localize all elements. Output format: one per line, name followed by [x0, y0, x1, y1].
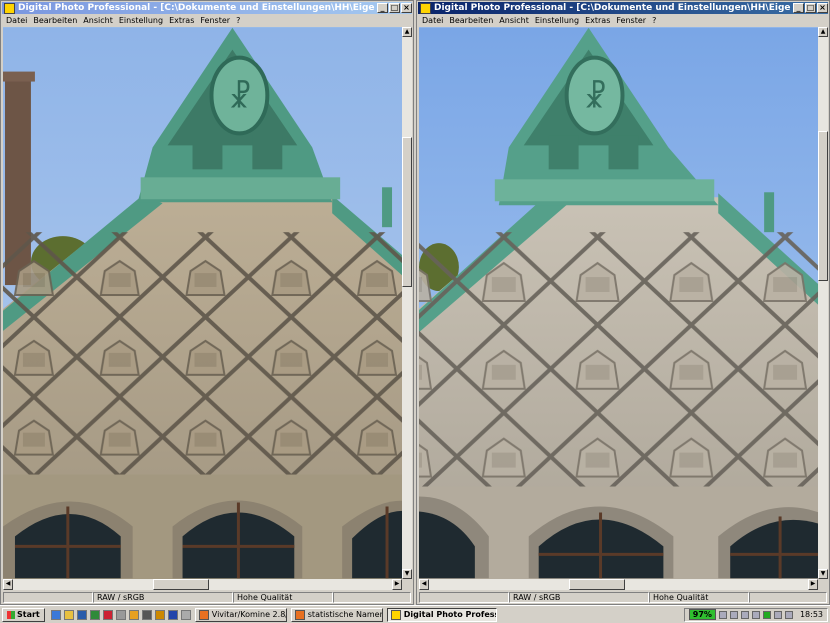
minimize-button[interactable]: _: [793, 3, 804, 13]
tray-icons[interactable]: [762, 610, 771, 619]
menu-fenster[interactable]: Fenster: [200, 16, 230, 25]
start-label: Start: [17, 610, 40, 619]
right-title-bar[interactable]: Digital Photo Professional - [C:\Dokumen…: [418, 2, 828, 14]
tray-icons[interactable]: [773, 610, 782, 619]
taskbar: Start Vivitar/Komine 2.8/90mm... statist…: [0, 605, 830, 623]
system-tray: 97% 18:53: [683, 607, 828, 622]
scroll-left-arrow-icon[interactable]: ◀: [419, 579, 429, 590]
minimize-button[interactable]: _: [377, 3, 388, 13]
tray-icons[interactable]: [718, 610, 727, 619]
svg-text:☧: ☧: [584, 79, 607, 115]
app-icon[interactable]: [115, 609, 126, 620]
menu-extras[interactable]: Extras: [585, 16, 610, 25]
scroll-right-arrow-icon[interactable]: ▶: [392, 579, 402, 590]
status-color-space: RAW / sRGB: [93, 592, 233, 603]
right-hscroll-thumb[interactable]: [569, 579, 625, 590]
firefox-icon: [198, 609, 209, 620]
right-facade-photo: ☧: [419, 27, 818, 579]
right-horizontal-scrollbar[interactable]: ◀ ▶: [419, 579, 818, 590]
right-vscroll-thumb[interactable]: [818, 131, 828, 281]
dpp-app-icon: [420, 2, 431, 14]
right-dpp-window: Digital Photo Professional - [C:\Dokumen…: [416, 0, 830, 605]
menu-datei[interactable]: Datei: [6, 16, 27, 25]
dpp-app-icon: [390, 609, 401, 620]
app-icon[interactable]: [167, 609, 178, 620]
app-icon[interactable]: [180, 609, 191, 620]
status-color-space: RAW / sRGB: [509, 592, 649, 603]
tray-icons[interactable]: [784, 610, 793, 619]
left-hscroll-thumb[interactable]: [153, 579, 209, 590]
menu-ansicht[interactable]: Ansicht: [499, 16, 529, 25]
windows-logo-icon: [7, 610, 15, 619]
scroll-up-arrow-icon[interactable]: ▲: [402, 27, 412, 37]
task-statistik[interactable]: statistische Namensvert...: [290, 607, 383, 622]
firefox-icon: [294, 609, 305, 620]
app-icon[interactable]: [128, 609, 139, 620]
right-menu-bar: Datei Bearbeiten Ansicht Einstellung Ext…: [419, 15, 827, 26]
left-menu-bar: Datei Bearbeiten Ansicht Einstellung Ext…: [3, 15, 411, 26]
app-icon[interactable]: [141, 609, 152, 620]
maximize-button[interactable]: □: [389, 3, 400, 13]
scroll-left-arrow-icon[interactable]: ◀: [3, 579, 13, 590]
dpp-app-icon: [4, 2, 15, 14]
folder-icon[interactable]: [63, 609, 74, 620]
scroll-down-arrow-icon[interactable]: ▼: [818, 569, 828, 579]
status-quality: Hohe Qualität: [649, 592, 749, 603]
menu-extras[interactable]: Extras: [169, 16, 194, 25]
right-image-view[interactable]: ☧: [419, 27, 818, 579]
right-window-title: Digital Photo Professional - [C:\Dokumen…: [434, 3, 791, 13]
scroll-up-arrow-icon[interactable]: ▲: [818, 27, 828, 37]
scroll-down-arrow-icon[interactable]: ▼: [402, 569, 412, 579]
left-vertical-scrollbar[interactable]: ▲ ▼: [402, 27, 412, 579]
task-dpp[interactable]: Digital Photo Professi...: [386, 607, 497, 622]
menu-fenster[interactable]: Fenster: [616, 16, 646, 25]
left-facade-photo: ☧: [3, 27, 402, 579]
close-button[interactable]: ×: [401, 3, 412, 13]
menu-einstellung[interactable]: Einstellung: [535, 16, 579, 25]
tray-icons[interactable]: [751, 610, 760, 619]
app-icon[interactable]: [154, 609, 165, 620]
left-title-bar[interactable]: Digital Photo Professional - [C:\Dokumen…: [2, 2, 412, 14]
status-quality: Hohe Qualität: [233, 592, 333, 603]
close-button[interactable]: ×: [817, 3, 828, 13]
task-label: statistische Namensvert...: [307, 610, 382, 619]
status-cell: [3, 592, 93, 603]
left-window-title: Digital Photo Professional - [C:\Dokumen…: [18, 3, 375, 13]
clock[interactable]: 18:53: [800, 610, 823, 619]
task-vivitar[interactable]: Vivitar/Komine 2.8/90mm...: [194, 607, 287, 622]
menu-einstellung[interactable]: Einstellung: [119, 16, 163, 25]
ie-icon[interactable]: [50, 609, 61, 620]
task-label: Digital Photo Professi...: [403, 610, 496, 619]
tray-icons[interactable]: [729, 610, 738, 619]
task-label: Vivitar/Komine 2.8/90mm...: [211, 610, 286, 619]
app-icon[interactable]: [102, 609, 113, 620]
svg-text:☧: ☧: [228, 79, 251, 115]
status-cell: [749, 592, 827, 603]
left-status-bar: RAW / sRGB Hohe Qualität: [3, 592, 411, 603]
left-horizontal-scrollbar[interactable]: ◀ ▶: [3, 579, 402, 590]
start-button[interactable]: Start: [2, 607, 45, 622]
menu-bearbeiten[interactable]: Bearbeiten: [33, 16, 77, 25]
left-image-view[interactable]: ☧: [3, 27, 402, 579]
menu-bearbeiten[interactable]: Bearbeiten: [449, 16, 493, 25]
menu-ansicht[interactable]: Ansicht: [83, 16, 113, 25]
battery-icon[interactable]: 97%: [688, 609, 716, 620]
status-cell: [333, 592, 411, 603]
left-vscroll-thumb[interactable]: [402, 137, 412, 287]
menu-help[interactable]: ?: [236, 16, 240, 25]
menu-datei[interactable]: Datei: [422, 16, 443, 25]
word-icon[interactable]: [76, 609, 87, 620]
tray-icons[interactable]: [740, 610, 749, 619]
excel-icon[interactable]: [89, 609, 100, 620]
right-vertical-scrollbar[interactable]: ▲ ▼: [818, 27, 828, 579]
scroll-right-arrow-icon[interactable]: ▶: [808, 579, 818, 590]
left-dpp-window: Digital Photo Professional - [C:\Dokumen…: [0, 0, 414, 605]
quick-launch: [50, 609, 191, 620]
status-cell: [419, 592, 509, 603]
right-status-bar: RAW / sRGB Hohe Qualität: [419, 592, 827, 603]
maximize-button[interactable]: □: [805, 3, 816, 13]
menu-help[interactable]: ?: [652, 16, 656, 25]
